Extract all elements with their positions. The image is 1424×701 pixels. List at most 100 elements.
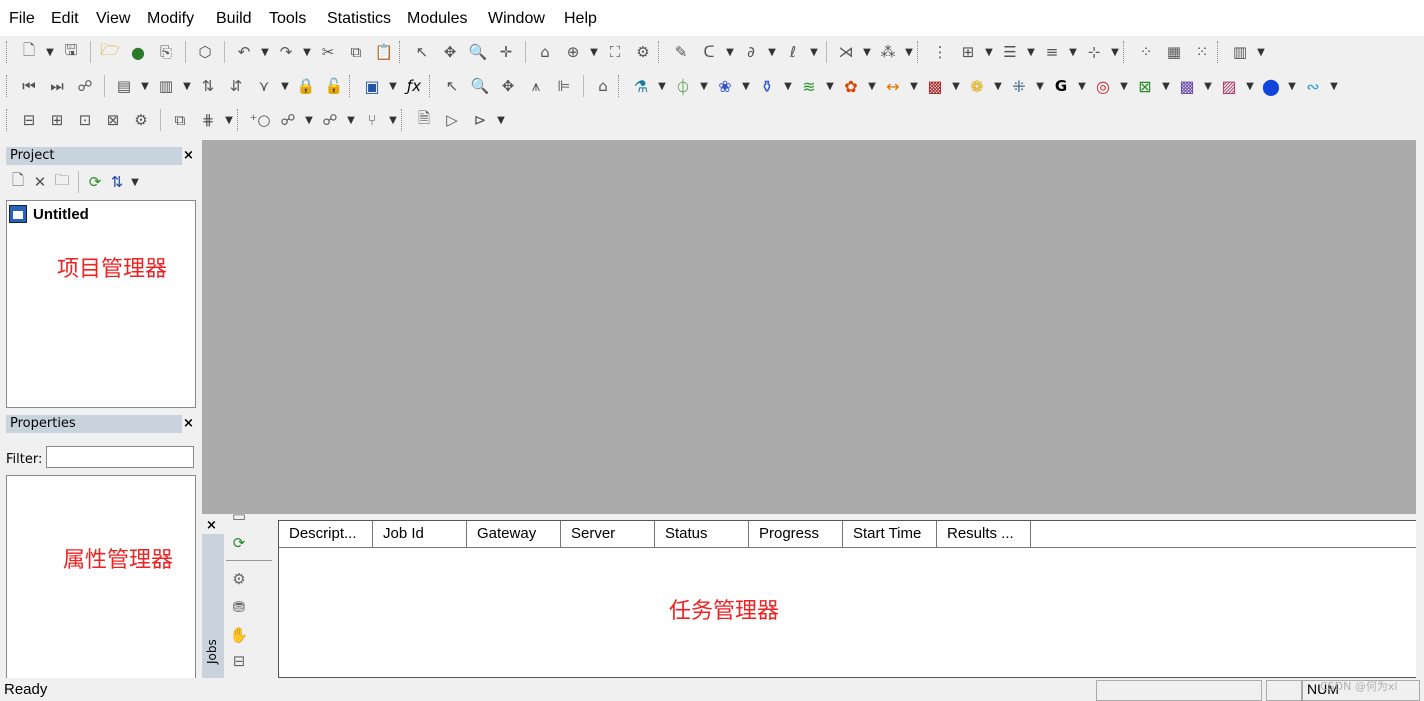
- step-back-icon[interactable]: ⏮: [16, 74, 42, 98]
- document-workspace[interactable]: [202, 140, 1416, 514]
- vamp-dropdown-icon[interactable]: ▼: [1328, 74, 1340, 98]
- dmol-icon[interactable]: ⏀: [670, 74, 696, 98]
- branch-dropdown-icon[interactable]: ▼: [387, 108, 399, 132]
- menu-modify[interactable]: Modify: [147, 10, 194, 28]
- new-doc-icon[interactable]: 🗋: [16, 40, 42, 64]
- forcite-dropdown-icon[interactable]: ▼: [740, 74, 752, 98]
- qsar-dropdown-icon[interactable]: ▼: [1202, 74, 1214, 98]
- undo-icon[interactable]: ↶: [231, 40, 257, 64]
- chart-dropdown-icon[interactable]: ▼: [1255, 40, 1267, 64]
- delete-icon[interactable]: ✕: [30, 170, 50, 194]
- align-dropdown-icon[interactable]: ▼: [223, 108, 235, 132]
- polymorph-dropdown-icon[interactable]: ▼: [1244, 74, 1256, 98]
- connect-icon[interactable]: ☍: [275, 108, 301, 132]
- home-icon[interactable]: ⌂: [532, 40, 558, 64]
- dmol-dropdown-icon[interactable]: ▼: [698, 74, 710, 98]
- molecule-icon[interactable]: ⁘: [1133, 40, 1159, 64]
- atoms-icon[interactable]: ⁂: [875, 40, 901, 64]
- layout-settings-icon[interactable]: ⚙: [128, 108, 154, 132]
- lines-icon[interactable]: ≡: [1039, 40, 1065, 64]
- paste-icon[interactable]: 📋: [371, 40, 397, 64]
- refresh-icon[interactable]: ⟳: [85, 170, 105, 194]
- toolbar-grip[interactable]: [658, 41, 662, 63]
- menu-window[interactable]: Window: [488, 10, 545, 28]
- job-delete-icon[interactable]: ⛃: [228, 596, 250, 618]
- jobs-tab[interactable]: Jobs: [202, 534, 224, 678]
- undo-dropdown-icon[interactable]: ▼: [259, 40, 271, 64]
- gulp-icon[interactable]: G: [1048, 74, 1074, 98]
- axis-dropdown-icon[interactable]: ▼: [1109, 40, 1121, 64]
- chart-select-icon[interactable]: ↖: [439, 74, 465, 98]
- toolbar-grip[interactable]: [618, 75, 622, 97]
- grid-icon[interactable]: ⋮: [927, 40, 953, 64]
- menu-file[interactable]: File: [9, 10, 35, 28]
- flask-dropdown-icon[interactable]: ▼: [782, 74, 794, 98]
- filter-icon[interactable]: ⋎: [251, 74, 277, 98]
- project-close-icon[interactable]: ×: [183, 148, 194, 163]
- reflex-icon[interactable]: ◎: [1090, 74, 1116, 98]
- crystal-icon[interactable]: ▦: [1161, 40, 1187, 64]
- zoom-icon[interactable]: 🔍: [465, 40, 491, 64]
- export-icon[interactable]: ⎘: [153, 40, 179, 64]
- layout-4-icon[interactable]: ⊠: [100, 108, 126, 132]
- open-web-icon[interactable]: ●: [125, 40, 151, 64]
- blends-icon[interactable]: ❁: [964, 74, 990, 98]
- bar-chart-dropdown-icon[interactable]: ▼: [181, 74, 193, 98]
- menu-edit[interactable]: Edit: [51, 10, 79, 28]
- col-gateway[interactable]: Gateway: [467, 521, 561, 547]
- jobs-close-icon[interactable]: ×: [206, 518, 217, 533]
- axis-icon[interactable]: ⊹: [1081, 40, 1107, 64]
- castep-dropdown-icon[interactable]: ▼: [656, 74, 668, 98]
- morphology-icon[interactable]: ⊠: [1132, 74, 1158, 98]
- layout-3-icon[interactable]: ⊡: [72, 108, 98, 132]
- step-forward-icon[interactable]: ⏭: [44, 74, 70, 98]
- new-dropdown-icon[interactable]: ▼: [44, 40, 56, 64]
- open-folder-icon[interactable]: 🗁: [97, 40, 123, 64]
- redo-dropdown-icon[interactable]: ▼: [301, 40, 313, 64]
- reflex-dropdown-icon[interactable]: ▼: [1118, 74, 1130, 98]
- copy-icon[interactable]: ⧉: [343, 40, 369, 64]
- layout-1-icon[interactable]: ⊟: [16, 108, 42, 132]
- run-dropdown-icon[interactable]: ▼: [495, 108, 507, 132]
- cube-icon[interactable]: ⬡: [192, 40, 218, 64]
- project-root-item[interactable]: Untitled: [9, 205, 89, 223]
- curve-icon[interactable]: ∂: [738, 40, 764, 64]
- bracket-icon[interactable]: ⊞: [955, 40, 981, 64]
- curve-dropdown-icon[interactable]: ▼: [766, 40, 778, 64]
- col-results[interactable]: Results ...: [937, 521, 1031, 547]
- add-node-icon[interactable]: ⁺○: [247, 108, 273, 132]
- redo-icon[interactable]: ↷: [273, 40, 299, 64]
- branch-icon[interactable]: ⑂: [359, 108, 385, 132]
- script-dropdown-icon[interactable]: ▼: [387, 74, 399, 98]
- bond-dropdown-icon[interactable]: ▼: [861, 40, 873, 64]
- function-icon[interactable]: ƒx: [401, 74, 427, 98]
- script-editor-icon[interactable]: ▣: [359, 74, 385, 98]
- connect-dropdown-icon[interactable]: ▼: [303, 108, 315, 132]
- mesocite-icon[interactable]: ▩: [922, 74, 948, 98]
- gulp-dropdown-icon[interactable]: ▼: [1076, 74, 1088, 98]
- vamp-icon[interactable]: ∾: [1300, 74, 1326, 98]
- toolbar-grip[interactable]: [1123, 41, 1127, 63]
- blends-dropdown-icon[interactable]: ▼: [992, 74, 1004, 98]
- filter-input[interactable]: [46, 446, 194, 468]
- flask-icon[interactable]: ⚱: [754, 74, 780, 98]
- menu-tools[interactable]: Tools: [269, 10, 306, 28]
- toolbar-grip[interactable]: [1217, 41, 1221, 63]
- rotate-icon[interactable]: ✥: [437, 40, 463, 64]
- list-icon[interactable]: ▤: [111, 74, 137, 98]
- menu-modules[interactable]: Modules: [407, 10, 467, 28]
- freehand-icon[interactable]: ℓ: [780, 40, 806, 64]
- document-icon[interactable]: 🗎: [411, 108, 437, 132]
- sort-asc-icon[interactable]: ⇅: [195, 74, 221, 98]
- bar-chart-icon[interactable]: ▥: [153, 74, 179, 98]
- toolbar-grip[interactable]: [401, 109, 405, 131]
- data-reader-icon[interactable]: ⊫: [551, 74, 577, 98]
- menu-statistics[interactable]: Statistics: [327, 10, 391, 28]
- col-progress[interactable]: Progress: [749, 521, 843, 547]
- amorphous-dropdown-icon[interactable]: ▼: [866, 74, 878, 98]
- chart-pan-icon[interactable]: ✥: [495, 74, 521, 98]
- menu-view[interactable]: View: [96, 10, 130, 28]
- link-nodes-icon[interactable]: ☍: [317, 108, 343, 132]
- unlock-icon[interactable]: 🔓: [321, 74, 347, 98]
- sort-desc-icon[interactable]: ⇵: [223, 74, 249, 98]
